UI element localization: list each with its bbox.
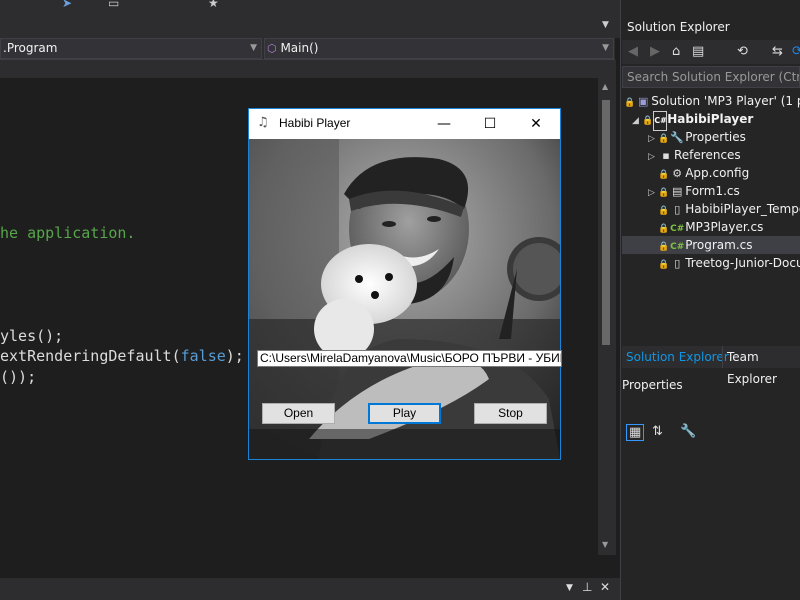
- collapsed-icon[interactable]: ▷: [648, 184, 658, 202]
- solution-explorer-toolbar: ◀ ▶ ⌂ ▤ ⟲ ⇆ ⟳: [622, 40, 800, 64]
- lock-icon: 🔒: [658, 134, 670, 144]
- main-toolbar: ➤ ▭ ★ ▼: [0, 0, 620, 38]
- switch-views-icon[interactable]: ▤: [692, 44, 704, 59]
- bottom-panel-bar: ▼ ⊥ ✕: [0, 578, 620, 600]
- references-icon: ▪: [662, 149, 670, 162]
- toolbar-arrow-icon[interactable]: ➤: [62, 0, 72, 10]
- forward-icon[interactable]: ▶: [650, 44, 660, 59]
- tree-item-label: Program.cs: [685, 238, 753, 252]
- form-icon: ▤: [672, 185, 683, 198]
- solution-explorer-search-input[interactable]: Search Solution Explorer (Ctrl+;): [622, 66, 800, 88]
- property-pages-icon[interactable]: 🔧: [680, 424, 696, 439]
- sync-icon[interactable]: ⇆: [772, 44, 783, 59]
- lock-icon: 🔒: [658, 206, 670, 216]
- play-button[interactable]: Play: [368, 403, 441, 424]
- minimize-button[interactable]: —: [421, 109, 467, 139]
- lock-icon: 🔒: [642, 116, 654, 126]
- method-icon: ⬡: [267, 42, 277, 55]
- code-line: ());: [0, 368, 37, 386]
- editor-split-bar: ⊹: [0, 60, 610, 78]
- tree-item-label: HabibiPlayer: [667, 112, 754, 126]
- tree-item-mp3player[interactable]: 🔒C#MP3Player.cs: [658, 218, 800, 236]
- class-combo[interactable]: .Program ▼: [0, 38, 262, 59]
- tree-item-solution[interactable]: 🔒 ▣ Solution 'MP3 Player' (1 pro: [624, 92, 800, 110]
- tree-item-label: Properties: [685, 130, 746, 144]
- scrollbar-thumb[interactable]: [602, 100, 610, 345]
- dropdown-arrow-icon[interactable]: ▼: [566, 583, 573, 593]
- app-icon: ♫: [257, 115, 269, 130]
- window-title: Habibi Player: [279, 116, 351, 130]
- back-icon[interactable]: ◀: [628, 44, 638, 59]
- home-icon[interactable]: ⌂: [672, 44, 680, 59]
- lock-icon: 🔒: [658, 224, 670, 234]
- lock-icon: 🔒: [658, 170, 670, 180]
- stop-button[interactable]: Stop: [474, 403, 547, 424]
- code-text: extRenderingDefault(: [0, 347, 181, 365]
- code-line: extRenderingDefault(false);: [0, 347, 244, 365]
- tree-item-properties[interactable]: ▷ 🔒🔧Properties: [648, 128, 800, 146]
- close-icon[interactable]: ✕: [600, 580, 610, 594]
- config-file-icon: ⚙: [672, 167, 683, 180]
- tree-item-project[interactable]: ◢ 🔒C#HabibiPlayer: [632, 110, 800, 131]
- code-comment-line: he application.: [0, 224, 136, 242]
- maximize-button[interactable]: ☐: [467, 109, 513, 139]
- panel-tabs: Solution Explorer Team Explorer: [622, 346, 800, 386]
- file-path-field[interactable]: C:\Users\MirelaDamyanova\Music\БОРО ПЪРВ…: [257, 350, 562, 367]
- chevron-down-icon: ▼: [250, 43, 257, 53]
- solution-explorer-panel: Solution Explorer: [620, 0, 800, 600]
- categorized-icon[interactable]: ▦: [626, 424, 645, 441]
- tree-item-label: MP3Player.cs: [685, 220, 764, 234]
- expanded-icon[interactable]: ◢: [632, 112, 642, 130]
- file-icon: ▯: [674, 257, 681, 270]
- scroll-down-icon[interactable]: ▼: [602, 540, 608, 549]
- lock-icon: 🔒: [624, 98, 636, 108]
- bookmark-icon[interactable]: ★: [208, 0, 219, 10]
- tab-solution-explorer[interactable]: Solution Explorer: [622, 346, 733, 368]
- lock-icon: 🔒: [658, 188, 670, 198]
- tree-item-label: Treetog-Junior-Docu: [685, 256, 800, 270]
- scroll-up-icon[interactable]: ▲: [602, 82, 608, 91]
- member-combo-value: Main(): [280, 41, 319, 55]
- tree-item-app-config[interactable]: 🔒 ⚙ App.config: [658, 164, 800, 182]
- code-text: );: [225, 347, 244, 365]
- open-button[interactable]: Open: [262, 403, 335, 424]
- history-icon[interactable]: ⟲: [737, 44, 748, 59]
- alphabetical-icon[interactable]: ⇅: [652, 424, 663, 439]
- panel-title: Solution Explorer: [627, 20, 730, 34]
- member-combo[interactable]: ⬡ Main() ▼: [264, 38, 614, 59]
- solution-icon: ▣: [638, 95, 649, 108]
- tree-item-form1[interactable]: ▷ 🔒 ▤ Form1.cs: [648, 182, 800, 200]
- toolbar-icon[interactable]: ▭: [108, 0, 119, 10]
- pin-icon[interactable]: ⊥: [582, 580, 592, 594]
- tab-team-explorer[interactable]: Team Explorer: [722, 346, 800, 386]
- wrench-icon: 🔧: [670, 131, 685, 144]
- code-keyword: false: [180, 347, 226, 365]
- properties-toolbar: ▦ ⇅ 🔧: [622, 420, 800, 446]
- close-button[interactable]: ✕: [513, 109, 559, 139]
- file-icon: ▯: [674, 203, 681, 216]
- class-combo-value: .Program: [3, 41, 58, 55]
- window-titlebar[interactable]: ♫ Habibi Player — ☐ ✕: [249, 109, 560, 139]
- tree-item-program[interactable]: 🔒C#Program.cs: [622, 236, 800, 254]
- navigation-bar: .Program ▼ ⬡ Main() ▼: [0, 38, 615, 60]
- tree-item-label: App.config: [685, 166, 750, 180]
- tree-item-label: HabibiPlayer_Tempo: [685, 202, 800, 216]
- refresh-icon[interactable]: ⟳: [792, 44, 800, 59]
- habibi-player-window: ♫ Habibi Player — ☐ ✕ C:\Users\MirelaDam…: [248, 108, 562, 460]
- tree-item-label: References: [674, 148, 741, 162]
- properties-title: Properties: [622, 378, 683, 392]
- tree-item-habibi-tempo[interactable]: 🔒 ▯ HabibiPlayer_Tempo: [658, 200, 800, 218]
- lock-icon: 🔒: [658, 242, 670, 252]
- collapsed-icon[interactable]: ▷: [648, 148, 658, 166]
- tree-item-treetog[interactable]: 🔒 ▯ Treetog-Junior-Docu: [658, 254, 800, 272]
- tree-item-label: Solution 'MP3 Player' (1 pro: [651, 94, 800, 108]
- lock-icon: 🔒: [658, 260, 670, 270]
- tree-item-references[interactable]: ▷ ▪ References: [648, 146, 800, 164]
- tree-item-label: Form1.cs: [685, 184, 740, 198]
- chevron-down-icon: ▼: [602, 43, 609, 53]
- dropdown-arrow-icon[interactable]: ▼: [602, 20, 609, 30]
- code-line: yles();: [0, 327, 64, 345]
